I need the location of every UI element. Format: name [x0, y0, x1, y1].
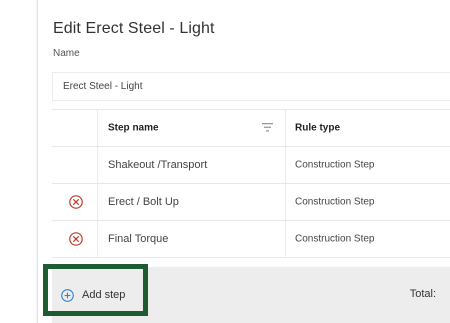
name-label: Name [53, 48, 80, 59]
header-step-name-label: Step name [108, 122, 159, 134]
table-row: Shakeout /Transport Construction Step [52, 147, 450, 184]
remove-circle-icon[interactable] [69, 232, 83, 246]
table-row: Final Torque Construction Step [52, 221, 450, 258]
step-name-text: Final Torque [108, 233, 169, 245]
header-rule-type[interactable]: Rule type [286, 110, 450, 146]
total-label: Total: [409, 288, 436, 300]
table-footer: Add step Total: [52, 267, 450, 323]
row-icon-cell [52, 221, 97, 257]
steps-table: Step name Rule type Shakeout /Transport … [52, 109, 450, 258]
rule-type-cell: Construction Step [286, 221, 450, 257]
edit-step-panel: Edit Erect Steel - Light Name Step name … [37, 0, 450, 323]
rule-type-text: Construction Step [295, 159, 375, 171]
table-row: Erect / Bolt Up Construction Step [52, 184, 450, 221]
step-name-cell: Erect / Bolt Up [97, 184, 286, 220]
rule-type-cell: Construction Step [286, 147, 450, 183]
step-name-text: Erect / Bolt Up [108, 196, 179, 208]
panel-title: Edit Erect Steel - Light [53, 20, 215, 37]
step-name-cell: Shakeout /Transport [97, 147, 286, 183]
rule-type-text: Construction Step [295, 233, 375, 245]
header-step-name[interactable]: Step name [97, 110, 286, 146]
remove-circle-icon[interactable] [69, 195, 83, 209]
rule-type-cell: Construction Step [286, 184, 450, 220]
add-step-button[interactable]: Add step [61, 286, 125, 304]
row-icon-cell [52, 184, 97, 220]
add-step-label: Add step [82, 289, 126, 301]
header-rule-type-label: Rule type [295, 122, 341, 134]
row-icon-cell [52, 147, 97, 183]
step-name-text: Shakeout /Transport [108, 159, 208, 171]
rule-type-text: Construction Step [295, 196, 375, 208]
step-name-cell: Final Torque [97, 221, 286, 257]
name-field[interactable] [52, 72, 450, 101]
table-header-row: Step name Rule type [52, 110, 450, 147]
add-circle-icon [61, 288, 74, 302]
filter-icon[interactable] [262, 123, 273, 132]
header-icon-cell [52, 110, 97, 146]
